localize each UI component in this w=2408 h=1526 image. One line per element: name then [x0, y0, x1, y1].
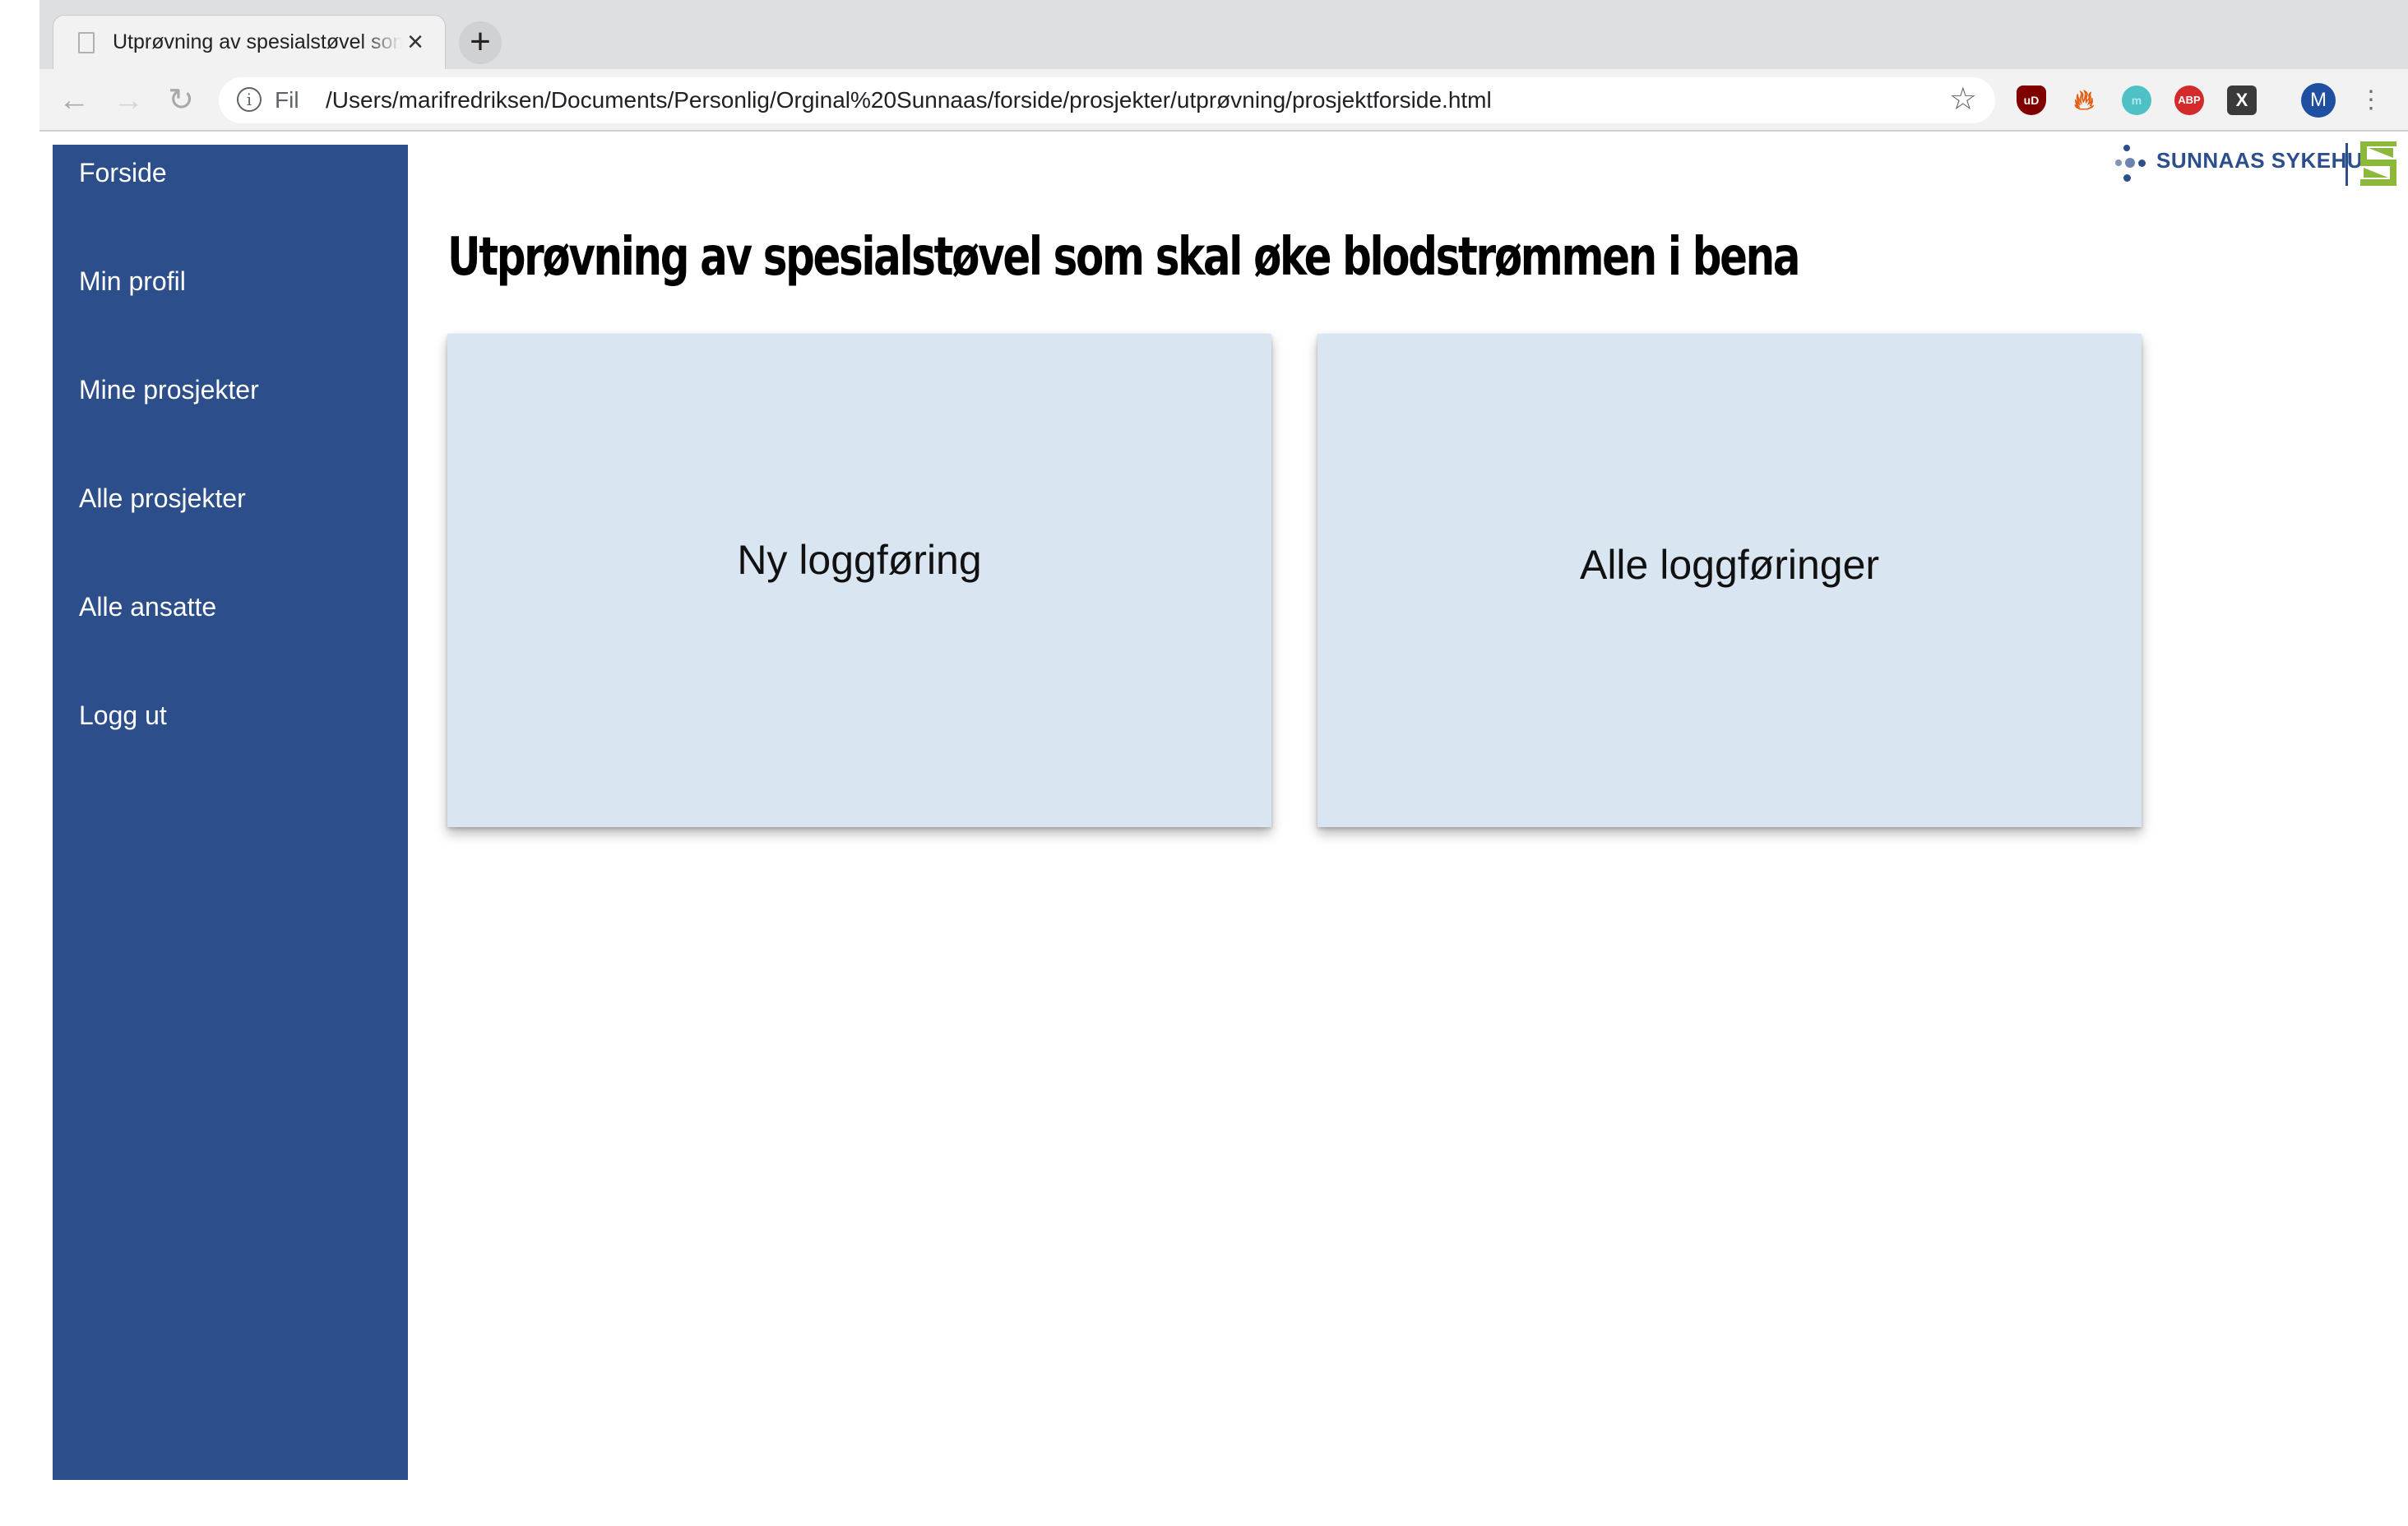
- mercury-extension-icon[interactable]: m: [2122, 86, 2151, 115]
- browser-tabstrip: Utprøvning av spesialstøvel som skal øke…: [39, 0, 2408, 69]
- logo-divider: [2345, 143, 2348, 186]
- tab-title: Utprøvning av spesialstøvel som skal øke…: [113, 30, 402, 57]
- back-icon[interactable]: ←: [54, 81, 94, 120]
- logo-text: SUNNAAS SYKEHUS: [2156, 148, 2378, 173]
- adblock-plus-extension-icon[interactable]: ABP: [2174, 86, 2204, 115]
- logo-dot: [2138, 160, 2146, 167]
- card-label: Alle loggføringer: [1579, 542, 1880, 588]
- ublock-extension-icon[interactable]: uD: [2017, 86, 2046, 115]
- sidebar-item-forside[interactable]: Forside: [79, 158, 167, 188]
- card-label: Ny loggføring: [737, 537, 982, 583]
- flame-extension-icon[interactable]: 🔥︎: [2069, 86, 2099, 115]
- new-tab-button[interactable]: +: [459, 21, 502, 64]
- profile-avatar[interactable]: M: [2301, 83, 2336, 118]
- new-log-entry-card[interactable]: Ny loggføring: [447, 334, 1271, 827]
- sidebar-item-min-profil[interactable]: Min profil: [79, 266, 186, 297]
- logo-dot: [2123, 174, 2131, 182]
- logo-mark-icon: [2360, 141, 2396, 186]
- sidebar-item-alle-prosjekter[interactable]: Alle prosjekter: [79, 483, 246, 514]
- logo-dot: [2125, 158, 2135, 168]
- scheme-label: Fil: [275, 87, 299, 113]
- x-extension-icon[interactable]: X: [2227, 86, 2257, 115]
- browser-toolbar: ← → ↻ i Fil /Users/marifredriksen/Docume…: [39, 69, 2408, 132]
- logo-dot: [2115, 160, 2122, 166]
- sidebar-item-logg-ut[interactable]: Logg ut: [79, 701, 167, 731]
- browser-menu-icon[interactable]: ⋮: [2359, 84, 2383, 117]
- sidebar-item-alle-ansatte[interactable]: Alle ansatte: [79, 592, 216, 622]
- sunnaas-logo: SUNNAAS SYKEHUS: [2110, 141, 2396, 187]
- page-title: Utprøvning av spesialstøvel som skal øke…: [447, 227, 1800, 288]
- forward-icon[interactable]: →: [109, 81, 148, 120]
- reload-icon[interactable]: ↻: [161, 81, 201, 120]
- sidebar: Forside Min profil Mine prosjekter Alle …: [53, 145, 408, 1480]
- logo-dot: [2123, 145, 2130, 151]
- sidebar-item-mine-prosjekter[interactable]: Mine prosjekter: [79, 375, 259, 405]
- page-icon: [78, 32, 95, 53]
- browser-tab[interactable]: Utprøvning av spesialstøvel som skal øke…: [53, 15, 446, 69]
- address-bar[interactable]: i Fil /Users/marifredriksen/Documents/Pe…: [219, 77, 1995, 123]
- all-log-entries-card[interactable]: Alle loggføringer: [1317, 334, 2142, 827]
- close-tab-icon[interactable]: ×: [399, 25, 432, 58]
- info-icon[interactable]: i: [237, 87, 262, 112]
- url-text[interactable]: /Users/marifredriksen/Documents/Personli…: [326, 87, 1492, 113]
- bookmark-star-icon[interactable]: ☆: [1949, 81, 1977, 118]
